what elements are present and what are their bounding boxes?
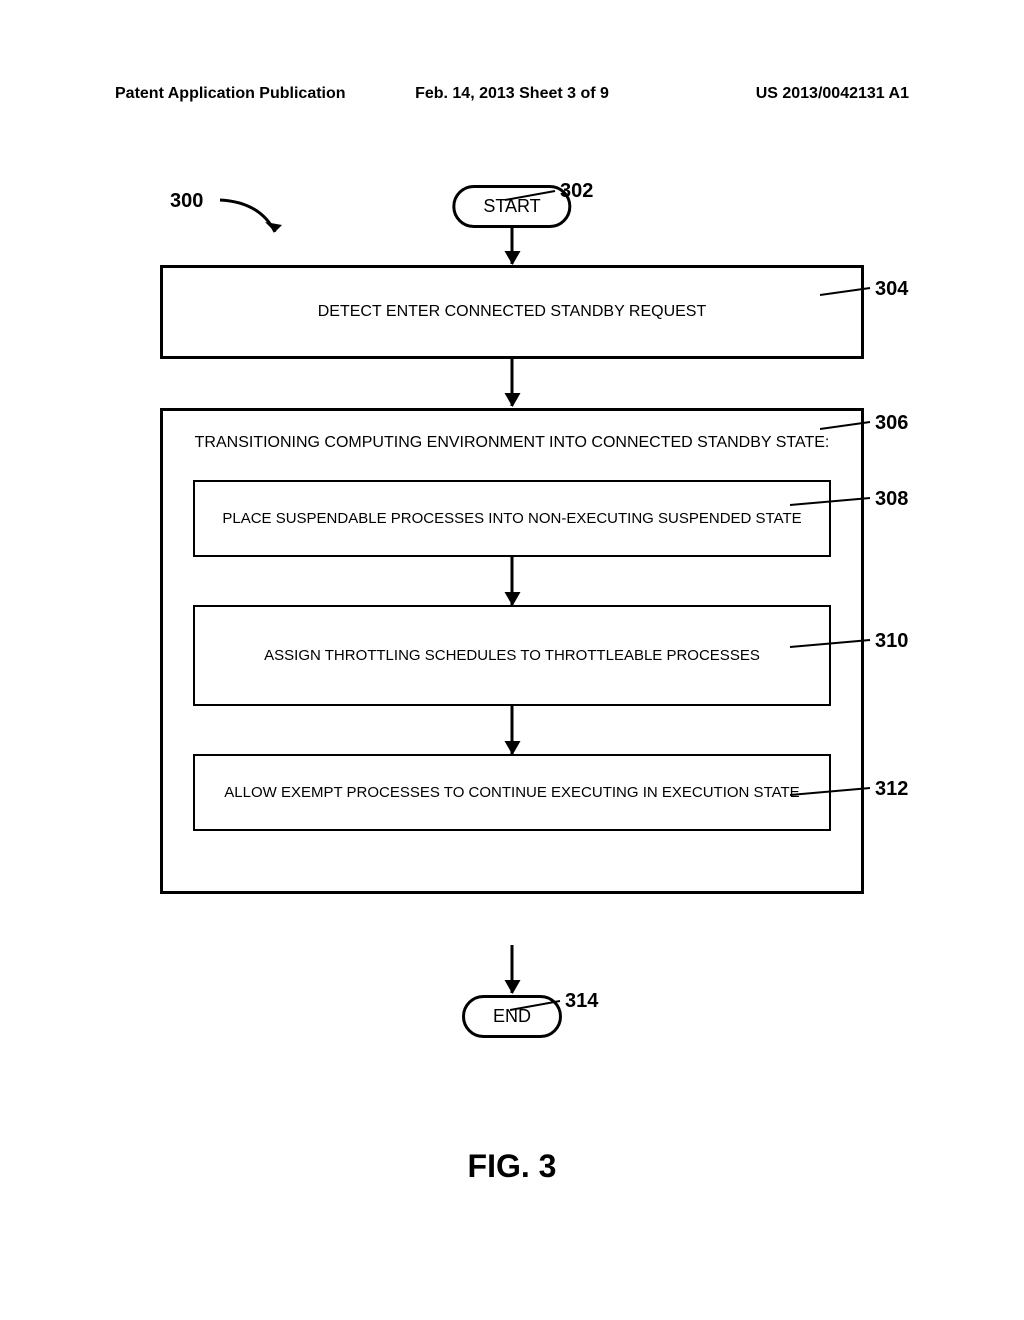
step-306-title: TRANSITIONING COMPUTING ENVIRONMENT INTO…: [193, 431, 831, 455]
curved-arrow-300: [215, 192, 295, 247]
arrow-1-wrapper: [511, 228, 514, 264]
step-310-box: ASSIGN THROTTLING SCHEDULES TO THROTTLEA…: [193, 605, 831, 706]
leader-308: [790, 493, 875, 513]
arrow-2: [511, 358, 514, 406]
arrow-3-head: [504, 592, 520, 606]
leader-314: [510, 998, 565, 1018]
arrow-4-head: [504, 741, 520, 755]
header-right: US 2013/0042131 A1: [756, 85, 909, 103]
header-center: Feb. 14, 2013 Sheet 3 of 9: [415, 85, 609, 103]
arrow-5-wrapper: [511, 945, 514, 993]
step-304-box: DETECT ENTER CONNECTED STANDBY REQUEST: [160, 265, 864, 359]
step-312-text: ALLOW EXEMPT PROCESSES TO CONTINUE EXECU…: [224, 784, 799, 801]
arrow-5-head: [504, 980, 520, 994]
leader-312: [790, 783, 875, 803]
page-header: Patent Application Publication Feb. 14, …: [0, 85, 1024, 103]
arrow-1: [511, 228, 514, 264]
step-310-text: ASSIGN THROTTLING SCHEDULES TO THROTTLEA…: [264, 647, 760, 664]
leader-302: [505, 188, 560, 208]
step-304-text: DETECT ENTER CONNECTED STANDBY REQUEST: [318, 303, 707, 320]
ref-308: 308: [875, 488, 908, 511]
leader-306: [820, 417, 875, 437]
arrow-3: [511, 557, 514, 605]
step-312-box: ALLOW EXEMPT PROCESSES TO CONTINUE EXECU…: [193, 754, 831, 831]
step-308-text: PLACE SUSPENDABLE PROCESSES INTO NON-EXE…: [222, 510, 801, 527]
arrow-2-head: [504, 393, 520, 407]
arrow-4-wrapper: [193, 706, 831, 754]
leader-304: [820, 283, 875, 303]
ref-300: 300: [170, 190, 203, 213]
header-left: Patent Application Publication: [115, 85, 346, 103]
step-308-box: PLACE SUSPENDABLE PROCESSES INTO NON-EXE…: [193, 480, 831, 557]
ref-304: 304: [875, 278, 908, 301]
leader-310: [790, 635, 875, 655]
arrow-2-wrapper: [511, 358, 514, 406]
figure-label: FIG. 3: [468, 1148, 557, 1185]
arrow-3-wrapper: [193, 557, 831, 605]
ref-310: 310: [875, 630, 908, 653]
arrow-5: [511, 945, 514, 993]
ref-312: 312: [875, 778, 908, 801]
ref-306: 306: [875, 412, 908, 435]
arrow-4: [511, 706, 514, 754]
ref-302: 302: [560, 180, 593, 203]
ref-314: 314: [565, 990, 598, 1013]
step-306-container: TRANSITIONING COMPUTING ENVIRONMENT INTO…: [160, 408, 864, 894]
arrow-1-head: [504, 251, 520, 265]
